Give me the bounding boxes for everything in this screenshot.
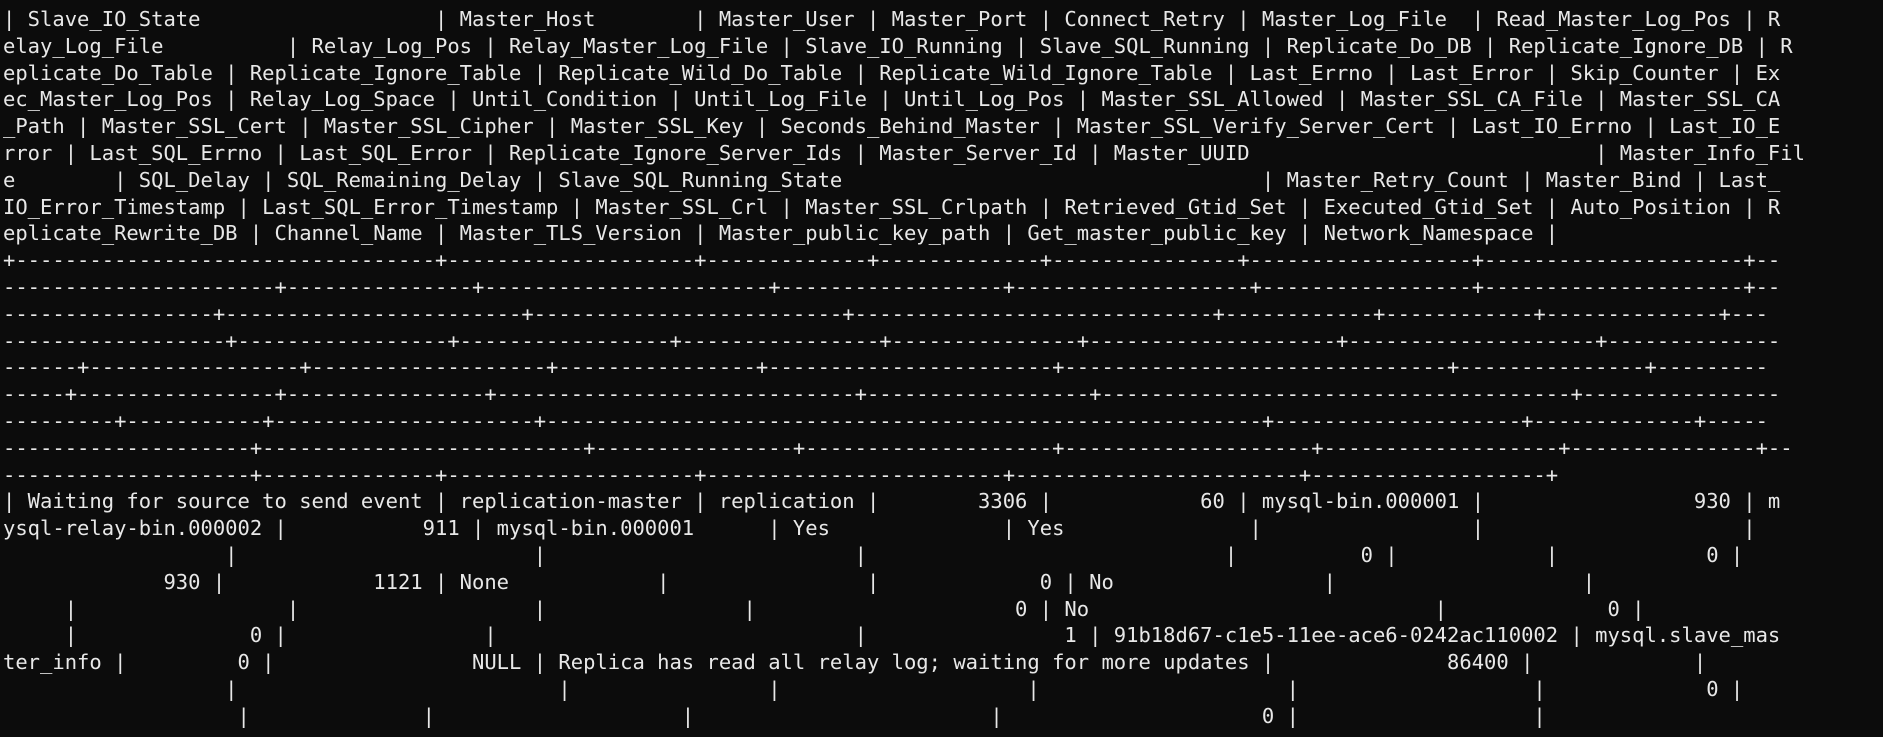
terminal-line: eplicate_Rewrite_DB | Channel_Name | Mas… bbox=[3, 221, 1559, 246]
table-border-line: ------------------+-----------------+---… bbox=[3, 328, 1781, 353]
terminal-line: elay_Log_File | Relay_Log_Pos | Relay_Ma… bbox=[3, 33, 1793, 58]
terminal-line: rror | Last_SQL_Errno | Last_SQL_Error |… bbox=[3, 140, 1805, 165]
table-row-line: | | | | 0 | | bbox=[3, 703, 1546, 728]
terminal-line: | Slave_IO_State | Master_Host | Master_… bbox=[3, 7, 1781, 31]
table-border-line: ---------+-----------+------------------… bbox=[3, 408, 1768, 433]
table-border-line: +----------------------------------+----… bbox=[3, 248, 1781, 273]
terminal-window[interactable]: | Slave_IO_State | Master_Host | Master_… bbox=[0, 0, 1883, 737]
table-border-line: -----------------+----------------------… bbox=[3, 301, 1768, 326]
table-border-line: -----+----------------+----------------+… bbox=[3, 382, 1781, 407]
terminal-line: ec_Master_Log_Pos | Relay_Log_Space | Un… bbox=[3, 87, 1781, 112]
table-row-line: | | | | 0 | No | 0 | bbox=[3, 596, 1645, 621]
table-border-line: --------------------+--------------+----… bbox=[3, 462, 1559, 487]
terminal-line: e | SQL_Delay | SQL_Remaining_Delay | Sl… bbox=[3, 167, 1781, 192]
terminal-line: eplicate_Do_Table | Replicate_Ignore_Tab… bbox=[3, 60, 1781, 85]
table-row-line: | 0 | | | 1 | 91b18d67-c1e5-11ee-ace6-02… bbox=[3, 623, 1781, 648]
table-row-line: ter_info | 0 | NULL | Replica has read a… bbox=[3, 650, 1707, 675]
table-border-line: --------------------+-------------------… bbox=[3, 435, 1793, 460]
terminal-line: IO_Error_Timestamp | Last_SQL_Error_Time… bbox=[3, 194, 1781, 219]
table-row-line: | Waiting for source to send event | rep… bbox=[3, 489, 1781, 514]
table-border-line: ----------------------+---------------+-… bbox=[3, 274, 1781, 299]
table-row-line: ysql-relay-bin.000002 | 911 | mysql-bin.… bbox=[3, 516, 1756, 541]
terminal-line: _Path | Master_SSL_Cert | Master_SSL_Cip… bbox=[3, 114, 1781, 139]
table-row-line: | | | | 0 | | 0 | bbox=[3, 542, 1744, 567]
table-border-line: ------+-----------------+---------------… bbox=[3, 355, 1768, 380]
table-row-line: 930 | 1121 | None | | 0 | No | | bbox=[3, 569, 1596, 594]
table-row-line: | | | | | | 0 | bbox=[3, 676, 1744, 701]
